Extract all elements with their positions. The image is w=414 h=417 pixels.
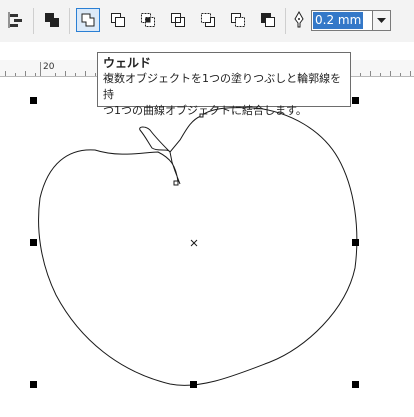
selection-handle-bottom-left[interactable] (30, 381, 37, 388)
weld-icon[interactable] (76, 8, 100, 32)
selection-handle-middle-right[interactable] (352, 239, 359, 246)
simplify-icon[interactable] (166, 8, 190, 32)
tooltip-title: ウェルド (103, 56, 152, 70)
align-distribute-icon[interactable] (4, 8, 28, 32)
drawing-canvas[interactable] (0, 77, 414, 417)
tooltip-description-line1: 複数オブジェクトを1つの塗りつぶしと輪郭線を持 (103, 72, 342, 101)
outline-width-value: 0.2 mm (313, 12, 364, 29)
center-marker (190, 239, 198, 247)
pen-nib-icon (290, 8, 308, 32)
outline-width-input[interactable]: 0.2 mm (311, 10, 373, 31)
selection-handle-bottom-middle[interactable] (190, 381, 197, 388)
property-bar: 0.2 mm (0, 0, 414, 42)
ruler-label: 20 (43, 62, 55, 72)
chevron-down-icon (377, 17, 386, 23)
combine-icon[interactable] (40, 8, 64, 32)
front-minus-back-icon[interactable] (196, 8, 220, 32)
outline-width-dropdown[interactable] (373, 10, 391, 31)
create-boundary-icon[interactable] (256, 8, 280, 32)
apple-shape[interactable] (0, 77, 414, 417)
selection-handle-bottom-right[interactable] (352, 381, 359, 388)
trim-icon[interactable] (106, 8, 130, 32)
intersect-icon[interactable] (136, 8, 160, 32)
weld-tooltip: ウェルド 複数オブジェクトを1つの塗りつぶしと輪郭線を持 つ1つの曲線オブジェク… (97, 52, 351, 117)
toolbar-separator (285, 8, 286, 34)
toolbar-separator (69, 8, 70, 34)
selection-handle-top-right[interactable] (352, 97, 359, 104)
selection-handle-middle-left[interactable] (30, 239, 37, 246)
toolbar-separator (33, 8, 34, 34)
tooltip-description-line2: つ1つの曲線オブジェクトに結合します。 (103, 104, 307, 117)
selection-handle-top-left[interactable] (30, 97, 37, 104)
back-minus-front-icon[interactable] (226, 8, 250, 32)
